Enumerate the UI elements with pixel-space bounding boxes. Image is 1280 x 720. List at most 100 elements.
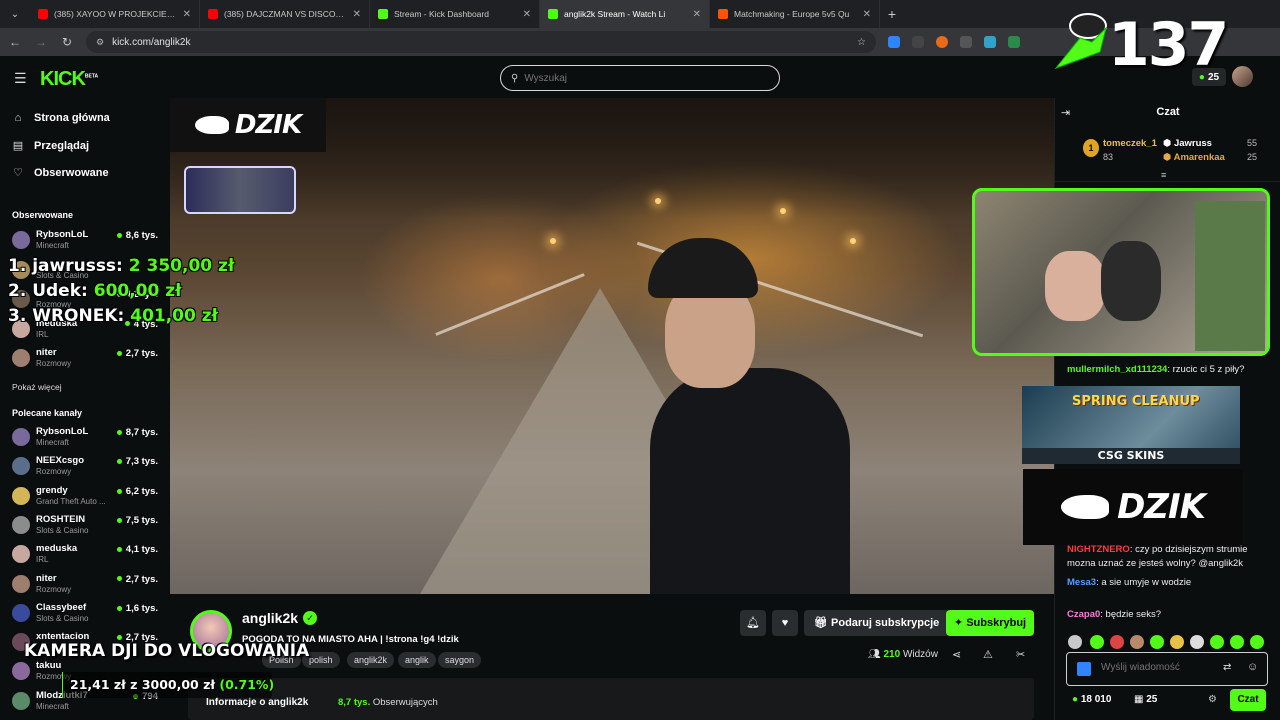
boar-icon [194, 116, 229, 134]
chat-send-button[interactable]: Czat [1230, 689, 1266, 711]
forward-icon[interactable]: → [34, 35, 48, 49]
translate-icon[interactable]: ⇄ [1223, 662, 1231, 673]
sidebar-channel[interactable]: ROSHTEIN Slots & Casino 7,5 tys. [12, 514, 162, 542]
goal-current: 21,41 zł [70, 677, 126, 692]
emote-icon[interactable] [1190, 635, 1204, 649]
extension-icon[interactable] [936, 36, 948, 48]
channel-viewers: 7,3 tys. [117, 456, 158, 467]
browser-tab[interactable]: Stream - Kick Dashboard ✕ [370, 0, 540, 28]
expand-icon[interactable]: ≡ [1161, 170, 1166, 180]
sidebar-channel[interactable]: Classybeef Slots & Casino 1,6 tys. [12, 602, 162, 630]
stream-tag[interactable]: anglik2k [347, 652, 395, 668]
url-field[interactable]: ⚙ kick.com/anglik2k ☆ [86, 31, 876, 53]
bell-icon[interactable]: 🔔︎ [740, 610, 766, 636]
leader-name: 3. WRONEK: [8, 306, 125, 326]
emote-icon[interactable] [1068, 635, 1082, 649]
leader-name: 1. jawrusss: [8, 256, 123, 276]
kick-logo[interactable]: KICKBETA [40, 68, 98, 91]
follow-heart-button[interactable]: ♥ [772, 610, 798, 636]
tab-title: Stream - Kick Dashboard [394, 9, 489, 19]
stream-tag[interactable]: anglik [398, 652, 436, 668]
gifter-name[interactable]: ⬢ Amarenkaa [1163, 152, 1225, 163]
emote-icon[interactable] [1210, 635, 1224, 649]
browser-tab[interactable]: anglik2k Stream - Watch Li ✕ [540, 0, 710, 28]
close-tab-icon[interactable]: ✕ [183, 9, 191, 20]
emote-icon[interactable] [1110, 635, 1124, 649]
extension-icon[interactable] [984, 36, 996, 48]
new-tab-button[interactable]: + [880, 6, 904, 22]
back-icon[interactable]: ← [8, 35, 22, 49]
sidebar-channel[interactable]: niter Rozmowy 2,7 tys. [12, 347, 162, 375]
viewers-value: 210 [883, 649, 901, 660]
emote-icon[interactable] [1250, 635, 1264, 649]
clip-icon[interactable]: ✂ [1016, 648, 1025, 661]
chat-input[interactable] [1101, 662, 1211, 673]
video-player[interactable] [170, 98, 1054, 594]
gifter-value: 25 [1247, 152, 1258, 162]
sidebar-channel[interactable]: niter Rozmowy 2,7 tys. [12, 573, 162, 601]
channel-category: Rozmowy [36, 467, 72, 477]
chat-user[interactable]: Mesa3 [1067, 577, 1096, 588]
browser-tab[interactable]: (385) DAJCZMAN VS DISCOKAI ✕ [200, 0, 370, 28]
gift-subscription-button[interactable]: 🎁︎ Podaruj subskrypcje [804, 610, 950, 636]
reload-icon[interactable]: ↻ [60, 35, 74, 49]
chat-user[interactable]: NIGHTZNERO [1067, 544, 1130, 555]
extension-icon[interactable] [912, 36, 924, 48]
gifter-name[interactable]: ⬢ Jawruss [1163, 138, 1212, 149]
emote-icon[interactable] [1230, 635, 1244, 649]
emote-icon[interactable] [1170, 635, 1184, 649]
channel-category: Minecraft [36, 701, 69, 711]
streamer-name[interactable]: anglik2k [242, 610, 298, 626]
sidebar-nav-item[interactable]: ⌂ Strona główna [12, 112, 110, 124]
search-bar[interactable]: ⚲ [500, 65, 780, 91]
about-panel [188, 678, 1034, 720]
channel-category: Minecraft [36, 241, 69, 250]
sidebar-channel[interactable]: grendy Grand Theft Auto ... 6,2 tys. [12, 485, 162, 513]
chat-user[interactable]: mullermilch_xd111234 [1067, 364, 1167, 375]
tab-menu-icon[interactable]: ⌄ [0, 0, 30, 28]
emote-icon[interactable] [1090, 635, 1104, 649]
chat-input-box[interactable]: ⇄ ☺ [1066, 652, 1268, 686]
overlay-counter: 137 [1108, 10, 1229, 80]
subs-count[interactable]: ▦ 25 [1134, 694, 1157, 705]
skin-cards-overlay [184, 166, 296, 214]
report-icon[interactable]: ⚠ [983, 648, 993, 661]
channel-avatar [12, 349, 30, 367]
menu-icon[interactable]: ☰ [14, 70, 27, 87]
user-avatar[interactable] [1232, 66, 1253, 87]
bookmark-star-icon[interactable]: ☆ [857, 37, 866, 48]
site-info-icon[interactable]: ⚙ [96, 37, 104, 48]
sidebar-channel[interactable]: RybsonLoL Minecraft 8,7 tys. [12, 426, 162, 454]
extension-icon[interactable] [1008, 36, 1020, 48]
chat-user[interactable]: Czapa0 [1067, 609, 1100, 620]
channel-avatar [12, 428, 30, 446]
close-tab-icon[interactable]: ✕ [353, 9, 361, 20]
close-tab-icon[interactable]: ✕ [523, 9, 531, 20]
close-tab-icon[interactable]: ✕ [863, 9, 871, 20]
stream-tag[interactable]: saygon [438, 652, 482, 668]
share-icon[interactable]: ⋖ [952, 648, 961, 661]
emoji-icon[interactable]: ☺ [1247, 661, 1258, 673]
sidebar-channel[interactable]: meduska IRL 4,1 tys. [12, 543, 162, 571]
sidebar-nav-item[interactable]: ♡ Obserwowane [12, 166, 109, 180]
sidebar-channel[interactable]: RybsonLoL Minecraft 8,6 tys. [12, 229, 162, 257]
emote-icon[interactable] [1130, 635, 1144, 649]
goal-percent: (0.71%) [219, 677, 275, 692]
extension-icon[interactable] [888, 36, 900, 48]
show-more-link[interactable]: Pokaż więcej [12, 382, 62, 392]
gifter-name[interactable]: tomeczek_1 [1103, 138, 1157, 149]
sidebar-nav-item[interactable]: ▤ Przeglądaj [12, 139, 89, 153]
balance[interactable]: ● 18 010 [1072, 694, 1111, 705]
extension-icon[interactable] [960, 36, 972, 48]
settings-gear-icon[interactable]: ⚙ [1208, 694, 1217, 705]
browser-tab[interactable]: (385) XAYOO W PROJEKCIE SU ✕ [30, 0, 200, 28]
subscribe-button[interactable]: ✦ Subskrybuj [946, 610, 1034, 636]
sidebar: ⌂ Strona główna ▤ Przeglądaj ♡ Obserwowane Ob… [0, 98, 170, 720]
search-input[interactable] [524, 72, 765, 84]
sidebar-channel[interactable]: NEEXcsgo Rozmowy 7,3 tys. [12, 455, 162, 483]
browser-tab[interactable]: Matchmaking - Europe 5v5 Qu ✕ [710, 0, 880, 28]
emote-icon[interactable] [1150, 635, 1164, 649]
chat-message: mullermilch_xd111234: rzucic ci 5 z piły… [1067, 364, 1245, 375]
gifter-name-text: Amarenkaa [1173, 152, 1225, 163]
close-tab-icon[interactable]: ✕ [693, 9, 701, 20]
